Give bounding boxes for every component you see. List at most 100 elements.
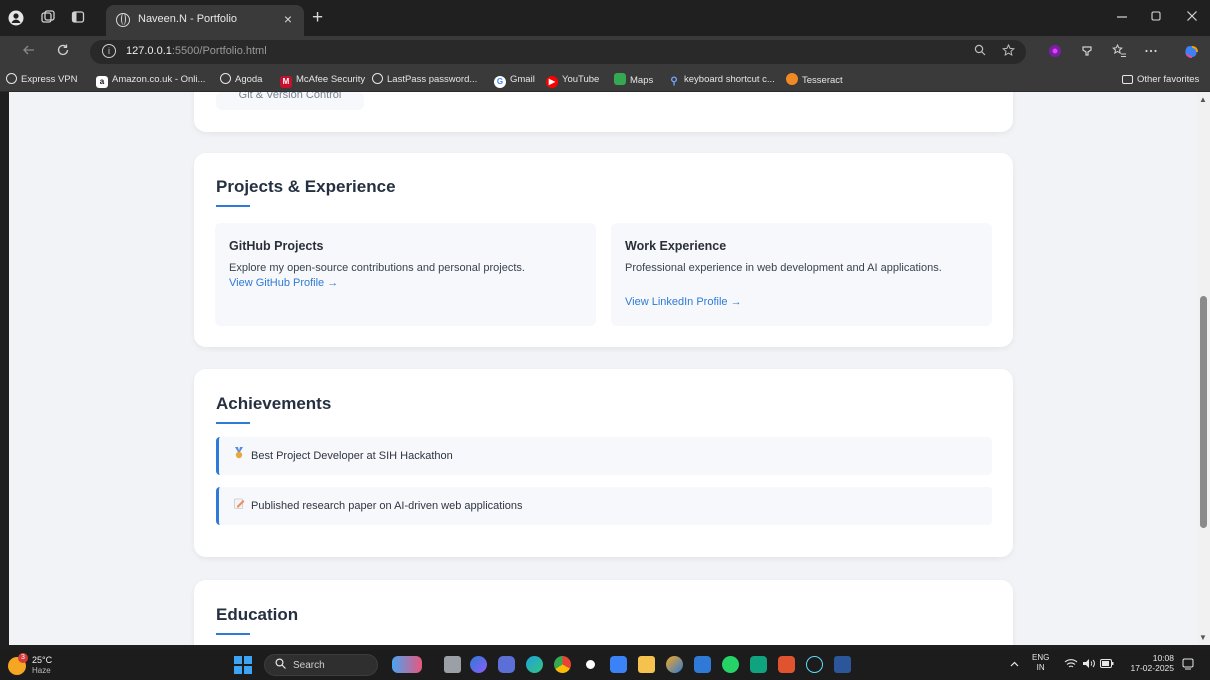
- notifications-icon[interactable]: [1182, 658, 1194, 672]
- copilot-icon[interactable]: [1184, 44, 1200, 63]
- mcafee-icon: M: [280, 76, 292, 88]
- extension-icon[interactable]: [1048, 44, 1062, 61]
- globe-icon: [116, 13, 130, 27]
- whatsapp-icon[interactable]: [722, 656, 739, 673]
- bookmark-youtube[interactable]: ▶ YouTube: [546, 73, 599, 88]
- edge-icon[interactable]: [526, 656, 543, 673]
- bookmark-lastpass[interactable]: LastPass password...: [372, 73, 477, 87]
- weather-condition: Haze: [32, 666, 51, 675]
- teams-icon[interactable]: [498, 656, 515, 673]
- tab-actions-icon[interactable]: [70, 10, 86, 26]
- chrome-icon[interactable]: [554, 656, 571, 673]
- bookmark-amazon[interactable]: a Amazon.co.uk - Onli...: [96, 73, 205, 88]
- app-icon[interactable]: [778, 656, 795, 673]
- back-icon[interactable]: [22, 43, 36, 61]
- taskbar-search[interactable]: Search: [264, 654, 378, 676]
- weather-temp: 25°C: [32, 655, 53, 665]
- section-title-projects: Projects & Experience: [216, 177, 396, 196]
- scroll-down-icon[interactable]: ▼: [1199, 633, 1207, 642]
- search-label: Search: [293, 660, 325, 671]
- python-app-icon[interactable]: [666, 656, 683, 673]
- bookmark-agoda[interactable]: Agoda: [220, 73, 262, 87]
- bookmark-gmail[interactable]: G Gmail: [494, 73, 535, 88]
- minimize-icon[interactable]: [1116, 9, 1128, 25]
- close-tab-icon[interactable]: ×: [284, 11, 292, 27]
- close-window-icon[interactable]: [1186, 9, 1198, 25]
- copilot-app-icon[interactable]: [470, 656, 487, 673]
- react-icon[interactable]: [806, 656, 823, 673]
- url-text: 127.0.0.1:5500/Portfolio.html: [126, 45, 267, 57]
- windows-taskbar: 3 25°C Haze Search ENG IN 10:08 17-02-20…: [0, 650, 1210, 680]
- search-icon: ⚲: [670, 76, 678, 87]
- globe-icon: [372, 73, 383, 84]
- wifi-icon[interactable]: [1064, 658, 1078, 671]
- globe-icon: [6, 73, 17, 84]
- skill-chip: Git & Version Control: [216, 92, 364, 110]
- bookmark-mcafee[interactable]: M McAfee Security: [280, 73, 365, 88]
- globe-icon: [220, 73, 231, 84]
- scroll-up-icon[interactable]: ▲: [1199, 95, 1207, 104]
- favorites-icon[interactable]: [1111, 43, 1127, 61]
- favorite-star-icon[interactable]: [1002, 43, 1015, 60]
- language-indicator[interactable]: ENG IN: [1032, 653, 1049, 673]
- tab-title: Naveen.N - Portfolio: [138, 13, 238, 25]
- tab-portfolio[interactable]: Naveen.N - Portfolio ×: [106, 5, 304, 36]
- site-info-icon[interactable]: i: [102, 44, 116, 58]
- work-experience-text: Professional experience in web developme…: [625, 262, 942, 274]
- bookmark-keyboard-shortcut[interactable]: ⚲ keyboard shortcut c...: [668, 73, 775, 87]
- folder-icon: [1122, 75, 1133, 84]
- bookmark-tesseract[interactable]: Tesseract: [786, 73, 843, 87]
- section-underline: [216, 422, 250, 424]
- bookmark-maps[interactable]: Maps: [614, 73, 653, 87]
- google-icon: G: [494, 76, 506, 88]
- projects-card: Projects & Experience GitHub Projects Ex…: [194, 153, 1013, 347]
- task-view-icon[interactable]: [444, 656, 461, 673]
- new-tab-button[interactable]: +: [312, 7, 323, 29]
- achievement-item: Best Project Developer at SIH Hackathon: [216, 437, 992, 475]
- amazon-icon: a: [96, 76, 108, 88]
- other-favorites[interactable]: Other favorites: [1122, 73, 1199, 87]
- work-experience-heading: Work Experience: [625, 239, 727, 253]
- tray-chevron-up-icon[interactable]: [1010, 659, 1019, 669]
- linkedin-profile-link[interactable]: View LinkedIn Profile →: [625, 296, 742, 308]
- chatgpt-icon[interactable]: [750, 656, 767, 673]
- battery-icon[interactable]: [1100, 659, 1114, 670]
- search-icon: [275, 658, 286, 672]
- file-explorer-icon[interactable]: [638, 656, 655, 673]
- page-scrollbar[interactable]: ▲ ▼: [1197, 92, 1210, 645]
- maps-icon: [614, 73, 626, 85]
- skills-card: Git & Version Control: [194, 92, 1013, 132]
- opera-icon[interactable]: [582, 656, 599, 673]
- bookmark-express-vpn[interactable]: Express VPN: [6, 73, 78, 87]
- achievements-card: Achievements Best Project Developer at S…: [194, 369, 1013, 557]
- work-experience-card: Work Experience Professional experience …: [611, 223, 992, 326]
- workspaces-icon[interactable]: [40, 10, 56, 26]
- medal-icon: [233, 438, 245, 476]
- clock[interactable]: 10:08 17-02-2025: [1128, 653, 1174, 673]
- word-icon[interactable]: [834, 656, 851, 673]
- github-profile-link[interactable]: View GitHub Profile →: [229, 277, 338, 289]
- tesseract-icon: [786, 73, 798, 85]
- youtube-icon: ▶: [546, 76, 558, 88]
- store-icon[interactable]: [610, 656, 627, 673]
- github-projects-text: Explore my open-source contributions and…: [229, 262, 525, 274]
- github-projects-card: GitHub Projects Explore my open-source c…: [215, 223, 596, 326]
- browser-toolbar: i 127.0.0.1:5500/Portfolio.html: [0, 36, 1210, 68]
- refresh-icon[interactable]: [56, 43, 70, 61]
- address-bar[interactable]: i 127.0.0.1:5500/Portfolio.html: [90, 40, 1026, 64]
- widgets-icon[interactable]: [392, 656, 422, 673]
- vscode-icon[interactable]: [694, 656, 711, 673]
- volume-icon[interactable]: [1082, 658, 1096, 671]
- achievement-item: Published research paper on AI-driven we…: [216, 487, 992, 525]
- start-button[interactable]: [234, 656, 252, 674]
- zoom-icon[interactable]: [974, 44, 986, 59]
- scrollbar-thumb[interactable]: [1200, 296, 1207, 528]
- page-viewport: Git & Version Control Projects & Experie…: [9, 92, 1197, 645]
- section-title-education: Education: [216, 605, 299, 624]
- more-menu-icon[interactable]: [1144, 44, 1158, 61]
- restore-icon[interactable]: [1150, 9, 1162, 25]
- copilot-extension-icon[interactable]: [1080, 44, 1094, 61]
- github-projects-heading: GitHub Projects: [229, 239, 324, 253]
- profile-icon[interactable]: [8, 10, 24, 26]
- memo-icon: [233, 488, 245, 526]
